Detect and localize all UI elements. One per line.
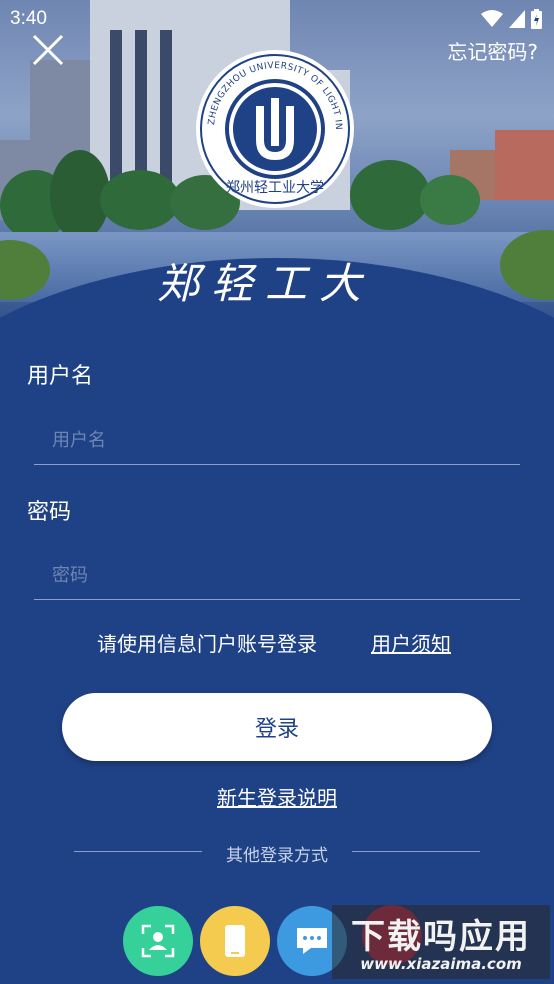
status-time: 3:40 [10, 8, 47, 29]
chat-icon [297, 928, 327, 954]
forgot-password-link[interactable]: 忘记密码? [447, 36, 538, 65]
status-bar: 3:40 [0, 0, 554, 38]
wifi-icon [481, 10, 503, 27]
user-terms-link[interactable]: 用户须知 [371, 628, 451, 657]
signal-icon [509, 10, 525, 28]
phone-icon [225, 925, 245, 957]
login-notice: 请使用信息门户账号登录 [97, 632, 317, 656]
password-field-wrapper [34, 551, 520, 600]
university-logo: ZHENGZHOU UNIVERSITY OF LIGHT INDUSTRY 郑… [194, 48, 354, 208]
svg-text:郑州轻工业大学: 郑州轻工业大学 [226, 180, 324, 196]
login-button[interactable]: 登录 [62, 693, 492, 761]
face-login-button[interactable] [123, 906, 193, 976]
close-icon[interactable] [30, 32, 66, 68]
username-input[interactable] [34, 416, 520, 464]
password-label: 密码 [27, 500, 72, 525]
watermark: 下载吗应用 www.xiazaima.com [332, 905, 550, 979]
username-label: 用户名 [27, 364, 94, 389]
face-scan-icon [141, 924, 175, 958]
divider-right [352, 851, 480, 852]
username-field-wrapper [34, 416, 520, 465]
other-login-title: 其他登录方式 [226, 846, 328, 866]
password-input[interactable] [34, 551, 520, 599]
phone-login-button[interactable] [200, 906, 270, 976]
battery-icon [531, 9, 542, 29]
calligraphy-title: 郑轻工大 [156, 259, 373, 308]
freshman-login-link[interactable]: 新生登录说明 [0, 782, 554, 811]
